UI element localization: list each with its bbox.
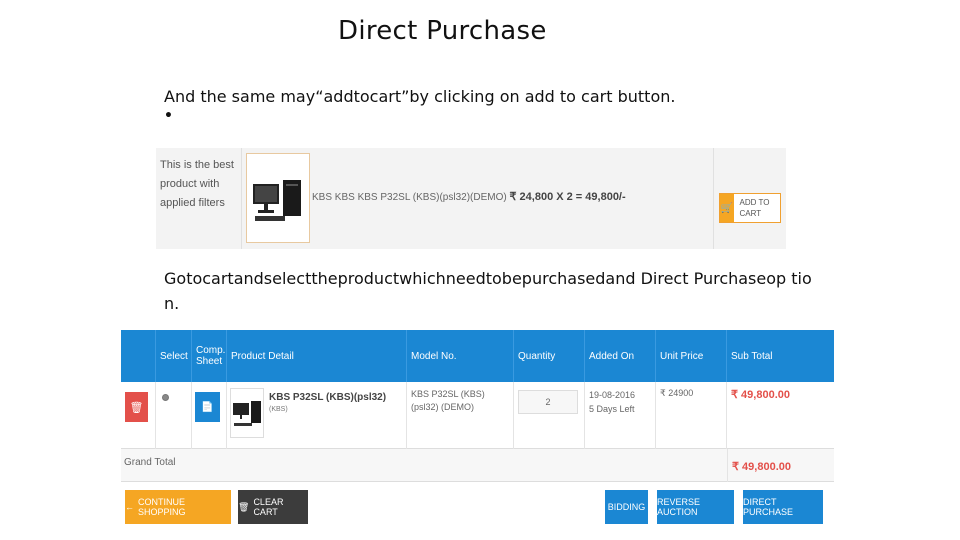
quantity-input[interactable]: 2 <box>518 390 578 414</box>
cell-product-detail: KBS P32SL (KBS)(psl32) (KBS) <box>227 382 407 449</box>
product-info: KBS KBS KBS P32SL (KBS)(psl32)(DEMO) ₹ 2… <box>312 190 626 203</box>
header-model-no: Model No. <box>407 330 514 382</box>
cell-unit-price: ₹ 24900 <box>656 382 727 449</box>
continue-shopping-button[interactable]: ← CONTINUE SHOPPING <box>125 490 231 524</box>
instruction-direct-purchase: Gotocartandselecttheproductwhichneedtobe… <box>164 269 812 313</box>
clear-cart-label: CLEAR CART <box>253 497 284 517</box>
cart-product-thumbnail[interactable] <box>230 388 264 438</box>
days-left: 5 Days Left <box>589 404 635 414</box>
unit-price: ₹ 24900 <box>660 388 694 398</box>
reverse-auction-label: REVERSE AUCTION <box>657 497 701 517</box>
table-row: 🗑 📄 KBS P32SL (KBS)(psl32) (KBS) KBS P32… <box>121 382 834 449</box>
cell-delete: 🗑 <box>121 382 156 449</box>
delete-item-button[interactable]: 🗑 <box>125 392 148 422</box>
header-quantity: Quantity <box>514 330 585 382</box>
product-price: ₹ 24,800 X 2 = 49,800/- <box>509 191 626 203</box>
arrow-left-icon: ← <box>125 502 134 512</box>
cell-quantity: 2 <box>514 382 585 449</box>
header-select: Select <box>156 330 192 382</box>
cart-header: Select Comp. Sheet Product Detail Model … <box>121 330 834 382</box>
cell-select <box>156 382 192 449</box>
header-product-detail: Product Detail <box>227 330 407 382</box>
add-to-cart-button[interactable]: 🛒 ADD TO CART <box>719 193 781 223</box>
add-to-cart-column: 🛒 ADD TO CART <box>713 148 786 249</box>
cell-added-on: 19-08-2016 5 Days Left <box>585 382 656 449</box>
direct-purchase-label: DIRECT PURCHASE <box>743 497 794 517</box>
header-delete <box>121 330 156 382</box>
clear-cart-button[interactable]: 🗑 CLEAR CART <box>238 490 308 524</box>
bidding-button[interactable]: BIDDING <box>605 490 648 524</box>
header-sub-total: Sub Total <box>731 350 773 362</box>
header-comp-sheet: Comp. Sheet <box>192 330 227 382</box>
cart-table: Select Comp. Sheet Product Detail Model … <box>121 330 834 540</box>
cell-model-no: KBS P32SL (KBS)(psl32) (DEMO) <box>407 382 514 449</box>
grand-total-cell: ₹ 49,800.00 <box>727 449 834 482</box>
model-number: KBS P32SL (KBS)(psl32) (DEMO) <box>411 389 485 412</box>
instruction-add-to-cart: And the same may“addtocart”by clicking o… <box>164 87 676 106</box>
select-radio[interactable] <box>162 394 169 401</box>
cart-icon: 🛒 <box>720 194 734 222</box>
bullet: • <box>164 108 173 124</box>
continue-shopping-label: CONTINUE SHOPPING <box>138 497 186 517</box>
best-product-label: This is the best product with applied fi… <box>156 148 242 249</box>
grand-total-value: ₹ 49,800.00 <box>732 461 791 473</box>
direct-purchase-button[interactable]: DIRECT PURCHASE <box>743 490 823 524</box>
slide-title: Direct Purchase <box>338 16 547 46</box>
product-listing-strip: This is the best product with applied fi… <box>156 148 786 249</box>
add-to-cart-label: ADD TO CART <box>739 198 770 218</box>
trash-icon: 🗑 <box>129 401 144 414</box>
trash-icon: 🗑 <box>238 501 250 512</box>
reverse-auction-button[interactable]: REVERSE AUCTION <box>657 490 734 524</box>
cell-sub-total: ₹ 49,800.00 <box>727 382 834 449</box>
header-added-on: Added On <box>585 330 656 382</box>
sub-total: ₹ 49,800.00 <box>731 389 790 401</box>
cart-product-name[interactable]: KBS P32SL (KBS)(psl32) (KBS) <box>269 392 406 414</box>
desktop-computer-icon <box>233 401 261 426</box>
bidding-label: BIDDING <box>607 502 646 512</box>
comparison-sheet-button[interactable]: 📄 <box>195 392 220 422</box>
cart-product-brand: (KBS) <box>269 406 288 413</box>
document-icon: 📄 <box>201 401 214 413</box>
product-name: KBS KBS KBS P32SL (KBS)(psl32)(DEMO) <box>312 192 507 203</box>
product-thumbnail[interactable] <box>246 153 310 243</box>
desktop-computer-icon <box>253 180 301 221</box>
grand-total-label: Grand Total <box>124 457 176 468</box>
header-unit-price: Unit Price <box>656 330 727 382</box>
cell-comp-sheet: 📄 <box>192 382 227 449</box>
grand-total-row: Grand Total ₹ 49,800.00 <box>121 449 834 482</box>
best-product-text: This is the best product with applied fi… <box>160 159 234 209</box>
added-on-date: 19-08-2016 <box>589 390 636 400</box>
cart-product-name-text: KBS P32SL (KBS)(psl32) <box>269 392 387 403</box>
